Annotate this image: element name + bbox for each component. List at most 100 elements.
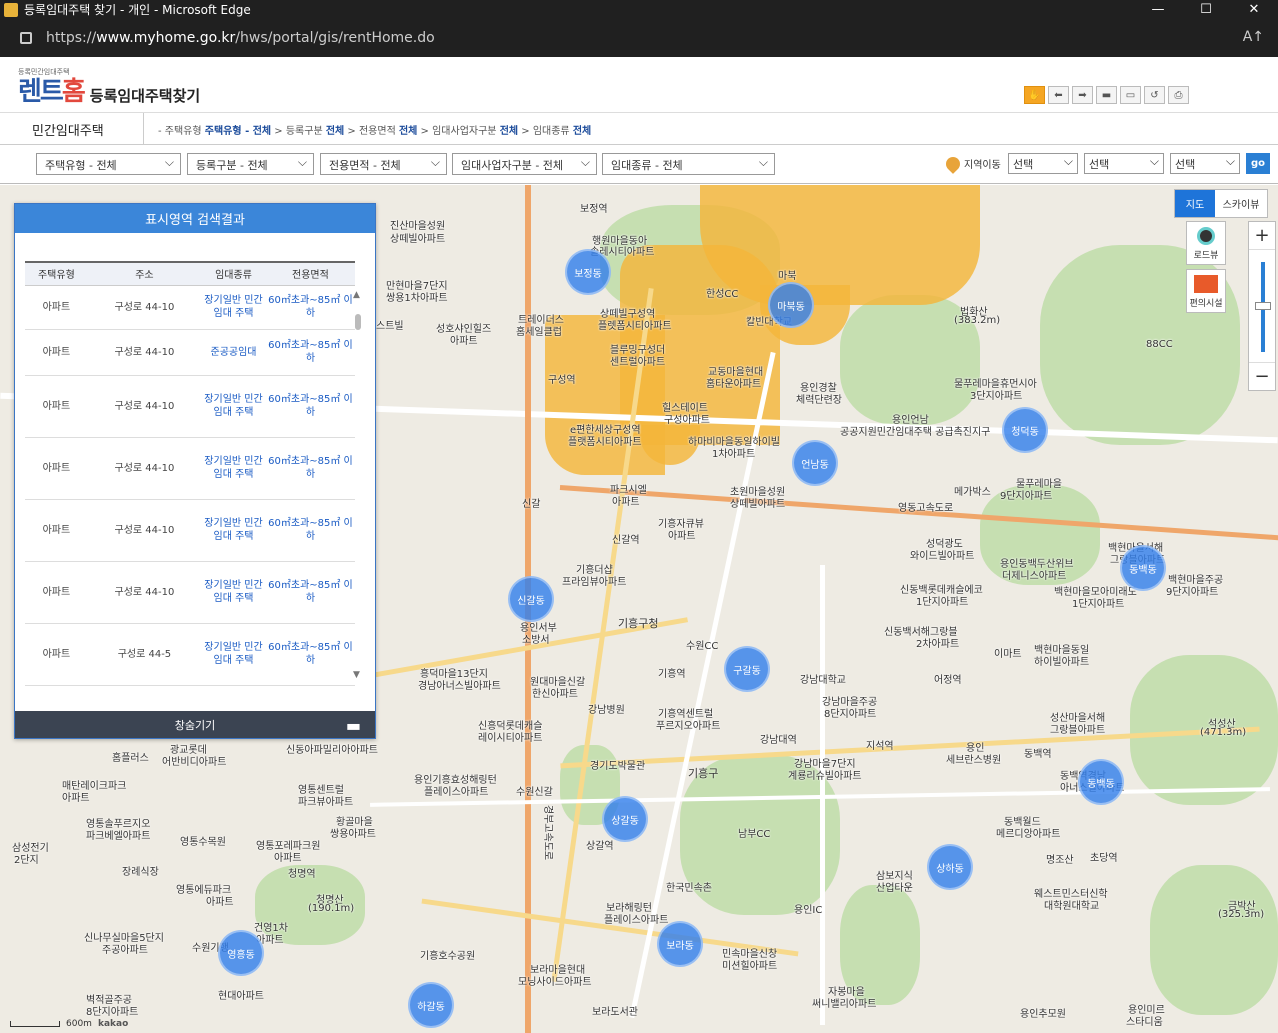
map-label: 2단지	[14, 855, 39, 866]
map-label: 푸르지오아파트	[656, 721, 721, 732]
region-sigungu-select[interactable]: 선택	[1084, 153, 1164, 174]
map-label: 영동고속도로	[898, 503, 954, 514]
table-row[interactable]: 아파트 구성로 44-10 준공공임대 60㎡초과~85㎡ 이하	[25, 329, 355, 376]
scroll-up-icon[interactable]: ▲	[353, 290, 360, 300]
reset-icon[interactable]: ↺	[1144, 86, 1165, 104]
zoom-in-button[interactable]: +	[1249, 222, 1275, 250]
map-label: 장례식장	[122, 867, 159, 878]
map-label: 주공아파트	[102, 945, 148, 956]
table-row[interactable]: 아파트 구성로 44-10 장기일반 민간임대 주택 60㎡초과~85㎡ 이하	[25, 499, 355, 562]
hand-tool-icon[interactable]: ✋	[1024, 86, 1045, 104]
read-aloud-icon[interactable]: A↑	[1243, 29, 1264, 45]
address-bar[interactable]: https://www.myhome.go.kr/hws/portal/gis/…	[0, 19, 1278, 57]
go-button[interactable]: go	[1246, 153, 1270, 174]
minimize-button[interactable]: —	[1134, 0, 1182, 19]
region-sido-select[interactable]: 선택	[1008, 153, 1078, 174]
zoom-out-button[interactable]: −	[1249, 362, 1275, 390]
map-label: 아파트	[274, 853, 302, 864]
map-label: 산업타운	[876, 883, 913, 894]
forward-arrow-icon[interactable]: ➡	[1072, 86, 1093, 104]
map-label: 지석역	[866, 741, 894, 752]
map-view-button[interactable]: 지도	[1175, 190, 1215, 217]
cluster-marker[interactable]: 동백동	[1120, 545, 1166, 591]
cluster-marker[interactable]: 보정동	[565, 249, 611, 295]
map-label: 이마트	[994, 649, 1022, 660]
close-button[interactable]: ✕	[1230, 0, 1278, 19]
lock-icon	[20, 32, 32, 44]
reg-type-select[interactable]: 등록구분 - 전체	[187, 153, 314, 175]
map-type-toggle: 지도 스카이뷰	[1174, 189, 1268, 218]
map-label: 명조산	[1046, 855, 1074, 866]
breadcrumb: - 주택유형 주택유형 - 전체 > 등록구분 전체 > 전용면적 전체 > 임…	[158, 126, 592, 137]
cluster-marker[interactable]: 마북동	[768, 282, 814, 328]
map-label: 8단지아파트	[824, 709, 877, 720]
table-row[interactable]: 아파트 구성로 44-10 장기일반 민간임대 주택 60㎡초과~85㎡ 이하	[25, 437, 355, 500]
map-label: 수원CC	[686, 641, 719, 652]
cluster-marker[interactable]: 상갈동	[602, 796, 648, 842]
tab-private-rental[interactable]: 민간임대주택	[14, 113, 144, 145]
cluster-marker[interactable]: 하갈동	[408, 982, 454, 1028]
area-select[interactable]: 전용면적 - 전체	[320, 153, 447, 175]
panel-scrollbar[interactable]: ▲ ▼	[353, 290, 363, 680]
cell-addr: 구성로 44-5	[87, 623, 202, 686]
cluster-marker[interactable]: 영흥동	[218, 930, 264, 976]
cluster-marker[interactable]: 신갈동	[508, 576, 554, 622]
scroll-down-icon[interactable]: ▼	[353, 670, 360, 680]
site-logo[interactable]: 등록민간임대주택 렌트홈 등록임대주택찾기	[18, 67, 200, 108]
provider-select[interactable]: 임대사업자구분 - 전체	[452, 153, 597, 175]
breadcrumb-row: 민간임대주택 - 주택유형 주택유형 - 전체 > 등록구분 전체 > 전용면적…	[0, 113, 1278, 145]
cell-addr: 구성로 44-10	[87, 499, 202, 562]
map-scale: 600m kakao	[10, 1019, 128, 1029]
cluster-marker[interactable]: 구갈동	[724, 646, 770, 692]
header-type: 주택유형	[25, 261, 88, 286]
map-label: 플레이스아파트	[424, 787, 489, 798]
cell-type: 아파트	[25, 375, 88, 438]
map-label: 센트럴아파트	[610, 357, 666, 368]
region-dong-select[interactable]: 선택	[1170, 153, 1240, 174]
table-row[interactable]: 아파트 구성로 44-10 장기일반 민간임대 주택 60㎡초과~85㎡ 이하	[25, 561, 355, 624]
measure-distance-icon[interactable]: ▬	[1096, 86, 1117, 104]
cluster-marker[interactable]: 청덕동	[1002, 407, 1048, 453]
url-text[interactable]: https://www.myhome.go.kr/hws/portal/gis/…	[46, 30, 435, 46]
map-label: 스타디움	[1126, 1017, 1163, 1028]
cluster-marker[interactable]: 동백동	[1078, 759, 1124, 805]
map-label: 초당역	[1090, 853, 1118, 864]
map-label: 강남대역	[760, 735, 797, 746]
map-label: (471.3m)	[1200, 727, 1247, 738]
map-label: 어정역	[934, 675, 962, 686]
table-row[interactable]: 아파트 구성로 44-10 장기일반 민간임대 주택 60㎡초과~85㎡ 이하	[25, 375, 355, 438]
map-label: 대학원대학교	[1044, 901, 1100, 912]
cell-rent: 장기일반 민간임대 주택	[201, 375, 266, 438]
map-label: 기흥구청	[618, 617, 659, 630]
print-icon[interactable]: ⎙	[1168, 86, 1189, 104]
map-label: 상떼빌아파트	[390, 234, 446, 245]
cluster-marker[interactable]: 보라동	[657, 921, 703, 967]
table-row[interactable]: 아파트 구성로 44-5 장기일반 민간임대 주택 60㎡초과~85㎡ 이하	[25, 623, 355, 686]
map-label: 아파트	[612, 497, 640, 508]
cell-type: 아파트	[25, 329, 88, 376]
map-label: 88CC	[1146, 339, 1173, 350]
zoom-handle[interactable]	[1255, 302, 1271, 310]
facility-button[interactable]: 편의시설	[1186, 269, 1226, 313]
back-arrow-icon[interactable]: ⬅	[1048, 86, 1069, 104]
map-label: 청명역	[288, 869, 316, 880]
cluster-marker[interactable]: 언남동	[792, 440, 838, 486]
location-pin-icon	[943, 153, 963, 174]
measure-area-icon[interactable]: ▭	[1120, 86, 1141, 104]
table-row[interactable]: 아파트 구성로 44-10 장기일반 민간임대 주택 60㎡초과~85㎡ 이하	[25, 285, 355, 330]
map-label: 1단지아파트	[916, 597, 969, 608]
maximize-button[interactable]: ☐	[1182, 0, 1230, 19]
map-label: 경남아너스빌아파트	[418, 681, 501, 692]
hide-panel-button[interactable]: 창숨기기 ▬	[15, 711, 375, 738]
map-label: 스트빌	[376, 321, 404, 332]
site-name: 등록임대주택찾기	[89, 87, 201, 105]
map-label: (383.2m)	[954, 315, 1001, 326]
house-type-select[interactable]: 주택유형 - 전체	[36, 153, 181, 175]
map-label: 상떼빌아파트	[730, 499, 786, 510]
roadview-button[interactable]: 로드뷰	[1186, 221, 1226, 265]
skyview-button[interactable]: 스카이뷰	[1215, 190, 1267, 217]
region-move-label: 지역이동	[943, 153, 1001, 174]
cluster-marker[interactable]: 상하동	[927, 844, 973, 890]
rent-type-select[interactable]: 임대종류 - 전체	[602, 153, 775, 175]
scroll-thumb[interactable]	[355, 314, 361, 330]
